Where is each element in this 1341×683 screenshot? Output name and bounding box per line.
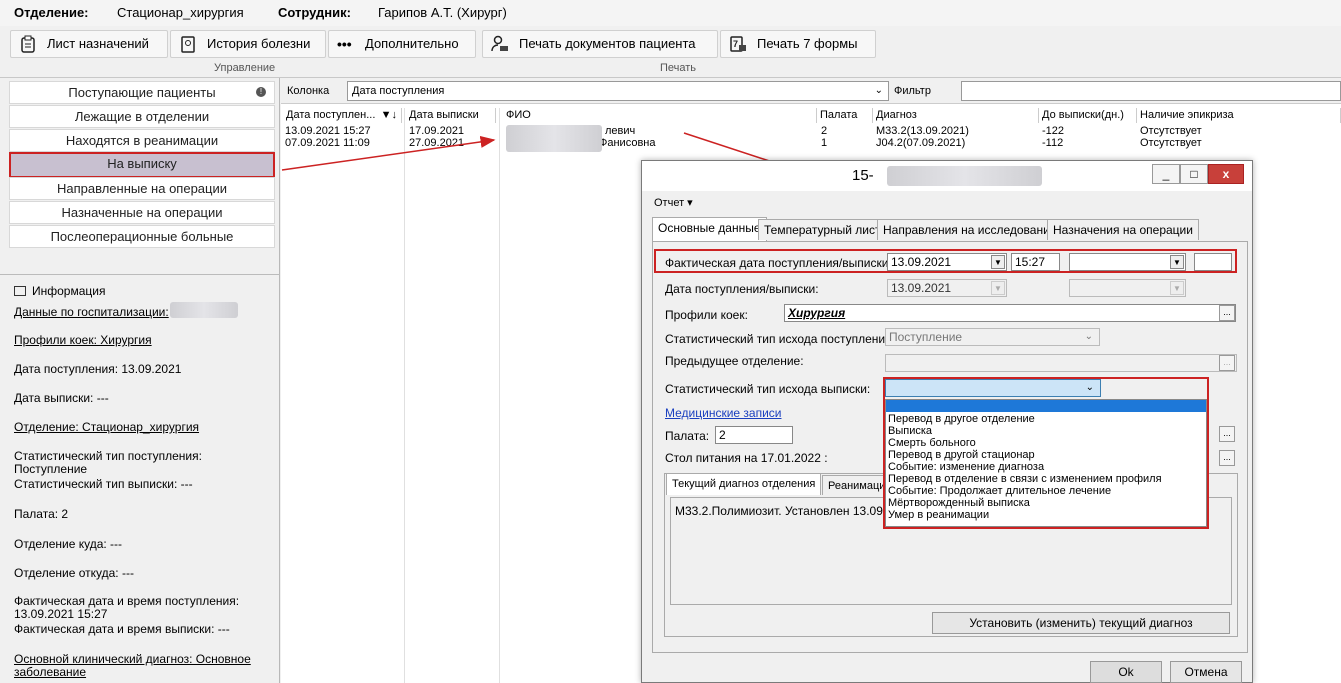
diet-browse-button[interactable]: ...: [1219, 450, 1235, 466]
redacted-title: [887, 166, 1042, 186]
chevron-down-icon: ⌄: [1085, 382, 1094, 393]
dropdown-option[interactable]: Выписка: [888, 425, 932, 437]
diet-label: Стол питания на 17.01.2022 :: [665, 451, 828, 465]
dropdown-option[interactable]: Событие: изменение диагноза: [888, 461, 1044, 473]
dropdown-highlighted-item[interactable]: [886, 400, 1206, 412]
ward-input[interactable]: 2: [715, 426, 793, 444]
dropdown-arrow-icon: ▼: [1170, 255, 1184, 269]
tab-research[interactable]: Направления на исследования: [877, 219, 1063, 240]
dropdown-option[interactable]: Перевод в другое отделение: [888, 413, 1035, 425]
stat-out-label: Статистический тип исхода выписки:: [665, 382, 871, 396]
fact-date-out-input[interactable]: ▼: [1069, 253, 1186, 271]
stat-in-label: Статистический тип исхода поступления:: [665, 332, 895, 346]
patient-dialog: 15- _ □ x Отчет ▾ Основные данные Темпер…: [641, 160, 1253, 683]
tab-temperature[interactable]: Температурный лист: [758, 219, 887, 240]
dropdown-option[interactable]: Мёртворожденный выписка: [888, 497, 1030, 509]
date-label: Дата поступления/выписки:: [665, 282, 819, 296]
fact-time-value: 15:27: [1015, 255, 1046, 269]
profile-browse-button[interactable]: ...: [1219, 305, 1235, 321]
diagnosis-text: M33.2.Полимиозит. Установлен 13.09.20: [675, 504, 900, 518]
close-button[interactable]: x: [1208, 164, 1244, 184]
prev-dept-input: [885, 354, 1237, 372]
profile-input[interactable]: Хирургия: [784, 304, 1236, 322]
dropdown-arrow-icon: ▼: [1170, 281, 1184, 295]
minimize-icon: _: [1162, 167, 1170, 181]
ward-value: 2: [719, 428, 726, 442]
dropdown-option[interactable]: Умер в реанимации: [888, 509, 989, 521]
cancel-button[interactable]: Отмена: [1170, 661, 1242, 683]
report-menu[interactable]: Отчет ▾: [654, 196, 693, 209]
subtab-icu[interactable]: Реанимаци: [822, 475, 892, 495]
set-diagnosis-button[interactable]: Установить (изменить) текущий диагноз: [932, 612, 1230, 634]
maximize-icon: □: [1190, 167, 1198, 181]
prev-dept-label: Предыдущее отделение:: [665, 354, 804, 368]
dropdown-option[interactable]: Событие: Продолжает длительное лечение: [888, 485, 1111, 497]
profile-value: Хирургия: [788, 306, 846, 320]
fact-date-label: Фактическая дата поступления/выписки:: [665, 256, 892, 270]
stat-in-value: Поступление: [889, 330, 963, 344]
ward-browse-button[interactable]: ...: [1219, 426, 1235, 442]
dialog-title: 15-: [852, 167, 874, 184]
minimize-button[interactable]: _: [1152, 164, 1180, 184]
tab-main[interactable]: Основные данные: [652, 217, 767, 241]
date-out-input: ▼: [1069, 279, 1186, 297]
fact-date-value: 13.09.2021: [891, 255, 952, 269]
fact-date-input[interactable]: 13.09.2021 ▼: [887, 253, 1007, 271]
ward-label: Палата:: [665, 429, 710, 443]
prev-dept-browse-button: ...: [1219, 355, 1235, 371]
stat-out-select[interactable]: ⌄: [885, 379, 1101, 397]
dropdown-arrow-icon: ▼: [991, 255, 1005, 269]
dropdown-option[interactable]: Смерть больного: [888, 437, 976, 449]
dialog-titlebar: 15- _ □ x: [642, 161, 1252, 191]
dropdown-option[interactable]: Перевод в отделение в связи с изменением…: [888, 473, 1162, 485]
stat-out-dropdown-list: Перевод в другое отделение Выписка Смерт…: [885, 399, 1207, 527]
stat-in-select: Поступление ⌄: [885, 328, 1100, 346]
dropdown-option[interactable]: Перевод в другой стационар: [888, 449, 1035, 461]
tab-operations[interactable]: Назначения на операции: [1047, 219, 1199, 240]
close-icon: x: [1222, 167, 1230, 181]
chevron-down-icon: ⌄: [1084, 331, 1093, 342]
date-input: 13.09.2021 ▼: [887, 279, 1007, 297]
med-records-link[interactable]: Медицинские записи: [665, 406, 782, 420]
ok-button[interactable]: Ok: [1090, 661, 1162, 683]
fact-time-input[interactable]: 15:27: [1011, 253, 1060, 271]
profile-label: Профили коек:: [665, 308, 748, 322]
date-value: 13.09.2021: [891, 281, 952, 295]
dropdown-arrow-icon: ▼: [991, 281, 1005, 295]
maximize-button[interactable]: □: [1180, 164, 1208, 184]
fact-time-out-input[interactable]: [1194, 253, 1232, 271]
subtab-current-diagnosis[interactable]: Текущий диагноз отделения: [666, 473, 822, 495]
